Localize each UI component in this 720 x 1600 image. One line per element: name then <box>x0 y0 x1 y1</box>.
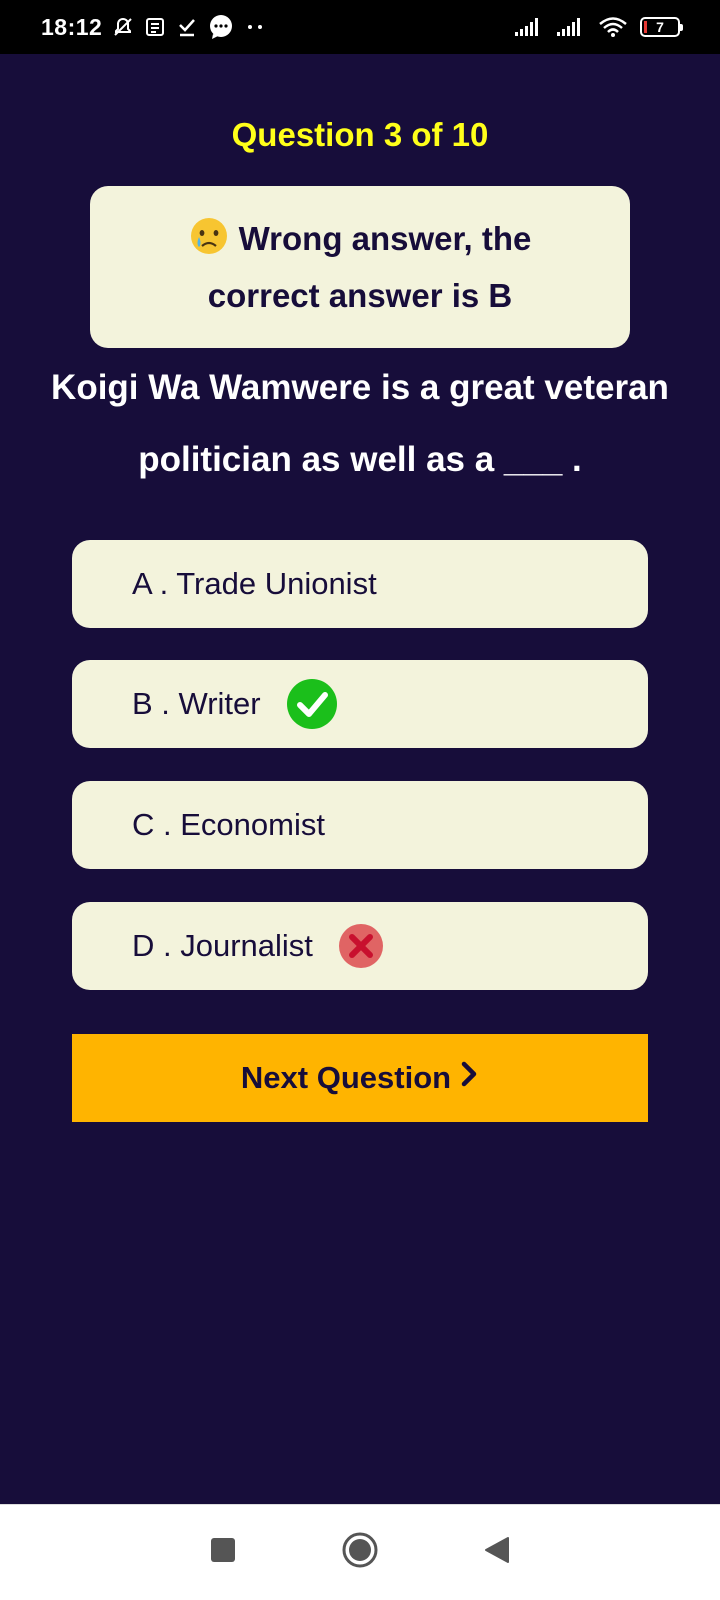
home-circle-icon[interactable] <box>341 1531 379 1574</box>
wrong-cross-icon <box>338 924 383 968</box>
download-done-icon <box>176 16 198 38</box>
status-right: 7 <box>514 16 683 38</box>
wifi-icon <box>598 16 628 38</box>
status-notification-icons <box>112 14 266 40</box>
recents-square-icon[interactable] <box>210 1537 236 1568</box>
feedback-text: Wrong answer, the correct answer is B <box>207 220 532 314</box>
news-icon <box>144 16 166 38</box>
battery-level-text: 7 <box>656 19 664 35</box>
next-question-button[interactable]: Next Question <box>72 1034 648 1122</box>
system-nav-bar <box>0 1504 720 1600</box>
option-d[interactable]: D . Journalist <box>72 902 648 990</box>
option-b[interactable]: B . Writer <box>72 660 648 748</box>
question-counter: Question 3 of 10 <box>231 116 489 153</box>
signal-icon <box>556 17 586 37</box>
status-bar: 18:12 7 <box>0 0 720 54</box>
option-c[interactable]: C . Economist <box>72 781 648 869</box>
signal-icon <box>514 17 544 37</box>
question-text: Koigi Wa Wamwere is a great veteran poli… <box>51 368 669 479</box>
battery-level-fill <box>644 21 647 33</box>
correct-check-icon <box>286 679 337 729</box>
status-time: 18:12 <box>41 13 103 40</box>
option-label: D . Journalist <box>132 928 313 963</box>
status-left: 18:12 <box>41 14 266 41</box>
chevron-right-icon <box>459 1060 479 1096</box>
notifications-off-icon <box>112 16 134 38</box>
crying-face-icon <box>189 216 229 270</box>
chat-bubble-icon <box>208 14 234 40</box>
option-label: C . Economist <box>132 807 325 842</box>
option-label: B . Writer <box>132 686 261 721</box>
answer-feedback-card: Wrong answer, the correct answer is B <box>90 186 630 348</box>
back-triangle-icon[interactable] <box>484 1536 510 1569</box>
quiz-screen: Question 3 of 10 Wrong answer, the corre… <box>0 54 720 1504</box>
option-label: A . Trade Unionist <box>132 566 377 601</box>
option-a[interactable]: A . Trade Unionist <box>72 540 648 628</box>
battery-icon: 7 <box>640 17 683 37</box>
next-question-label: Next Question <box>240 1060 452 1095</box>
more-dots-icon <box>244 23 266 31</box>
